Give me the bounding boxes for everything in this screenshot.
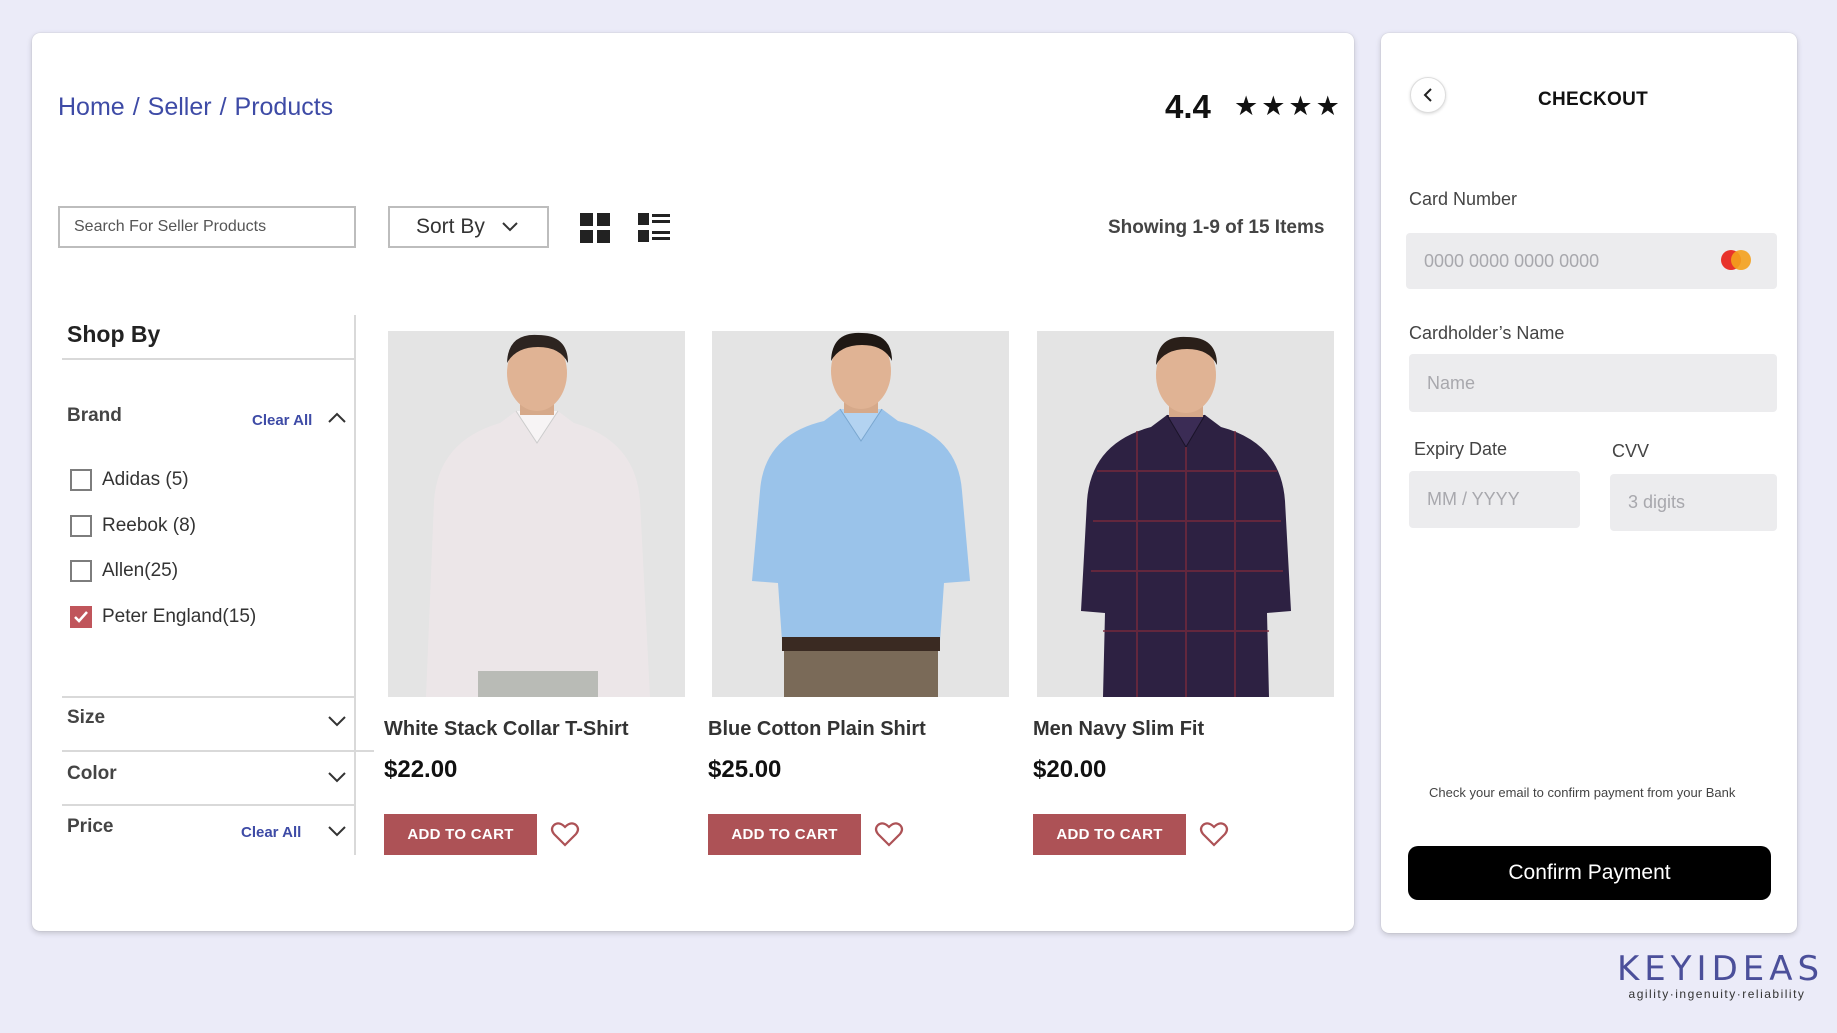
sort-label: Sort By: [416, 215, 485, 238]
brand-option-allen[interactable]: Allen(25): [70, 560, 178, 582]
cvv-input[interactable]: [1610, 474, 1777, 531]
divider: [62, 696, 354, 698]
heart-icon[interactable]: [874, 819, 904, 849]
keyideas-logo: KEYIDEAS agility·ingenuity·reliability: [1617, 949, 1825, 1001]
brand-option-label: Reebok (8): [102, 515, 196, 536]
sort-dropdown[interactable]: Sort By: [388, 206, 549, 248]
brand-option-peter-england[interactable]: Peter England(15): [70, 606, 256, 628]
product-price: $22.00: [384, 756, 458, 783]
add-to-cart-button[interactable]: ADD TO CART: [384, 814, 537, 855]
sidebar-title: Shop By: [67, 321, 161, 347]
checkbox[interactable]: [70, 560, 92, 582]
price-clear-all-link[interactable]: Clear All: [241, 824, 301, 841]
product-image[interactable]: [1037, 331, 1334, 697]
product-price: $25.00: [708, 756, 782, 783]
breadcrumb-home[interactable]: Home: [58, 93, 125, 122]
heart-icon[interactable]: [1199, 819, 1229, 849]
sidebar-divider: [354, 315, 356, 855]
checkout-title: CHECKOUT: [1538, 89, 1649, 110]
chevron-down-icon: [502, 222, 518, 232]
cardholder-name-field: [1409, 354, 1777, 412]
brand-clear-all-link[interactable]: Clear All: [252, 412, 312, 429]
breadcrumb-seller[interactable]: Seller: [148, 93, 212, 122]
search-input[interactable]: [60, 208, 354, 246]
expiry-date-field: [1409, 471, 1580, 528]
brand-option-reebok[interactable]: Reebok (8): [70, 515, 196, 537]
chevron-down-icon[interactable]: [327, 714, 347, 728]
product-card[interactable]: Blue Cotton Plain Shirt $25.00 ADD TO CA…: [708, 331, 1009, 855]
checkbox[interactable]: [70, 515, 92, 537]
checkbox-checked[interactable]: [70, 606, 92, 628]
card-number-label: Card Number: [1409, 189, 1518, 209]
product-photo-shirt: [388, 331, 685, 697]
product-name[interactable]: Men Navy Slim Fit: [1033, 718, 1204, 741]
breadcrumb-separator: /: [132, 93, 140, 121]
divider: [62, 804, 354, 806]
cardholder-name-label: Cardholder’s Name: [1409, 323, 1565, 343]
grid-view-icon[interactable]: [579, 212, 611, 244]
product-card[interactable]: White Stack Collar T-Shirt $22.00 ADD TO…: [384, 331, 685, 855]
card-number-field: [1406, 233, 1777, 289]
brand-filter-title[interactable]: Brand: [67, 405, 122, 427]
cvv-label: CVV: [1612, 441, 1650, 461]
product-card[interactable]: Men Navy Slim Fit $20.00 ADD TO CART: [1033, 331, 1334, 855]
back-button[interactable]: [1410, 77, 1446, 113]
chevron-down-icon[interactable]: [327, 770, 347, 784]
logo-wordmark: KEYIDEAS: [1617, 949, 1825, 989]
product-listing-panel: Home/Seller/Products 4.4 ★★★★ Sort By Sh…: [32, 33, 1354, 931]
breadcrumb-separator: /: [219, 93, 227, 121]
product-name[interactable]: Blue Cotton Plain Shirt: [708, 718, 926, 741]
results-count: Showing 1-9 of 15 Items: [1108, 217, 1325, 238]
product-image[interactable]: [712, 331, 1009, 697]
expiry-date-input[interactable]: [1409, 471, 1580, 528]
search-box: [58, 206, 356, 248]
confirm-payment-button[interactable]: Confirm Payment: [1408, 846, 1771, 900]
payment-note: Check your email to confirm payment from…: [1429, 785, 1736, 800]
add-to-cart-button[interactable]: ADD TO CART: [708, 814, 861, 855]
check-icon: [74, 611, 88, 623]
chevron-up-icon[interactable]: [327, 411, 347, 425]
rating-stars: ★★★★: [1234, 91, 1343, 121]
add-to-cart-button[interactable]: ADD TO CART: [1033, 814, 1186, 855]
cvv-field: [1610, 474, 1777, 531]
breadcrumb: Home / Seller / Products: [58, 93, 333, 122]
logo-tagline: agility·ingenuity·reliability: [1628, 987, 1806, 1001]
brand-option-label: Allen(25): [102, 560, 179, 581]
cardholder-name-input[interactable]: [1409, 354, 1777, 412]
product-photo-shirt: [1037, 331, 1334, 697]
product-price: $20.00: [1033, 756, 1107, 783]
size-filter-title[interactable]: Size: [67, 707, 105, 729]
chevron-down-icon[interactable]: [327, 824, 347, 838]
color-filter-title[interactable]: Color: [67, 763, 117, 785]
expiry-date-label: Expiry Date: [1414, 439, 1508, 459]
breadcrumb-products[interactable]: Products: [235, 93, 334, 122]
price-filter-title[interactable]: Price: [67, 816, 113, 838]
product-image[interactable]: [388, 331, 685, 697]
checkout-panel: CHECKOUT Card Number Cardholder’s Name E…: [1381, 33, 1797, 933]
heart-icon[interactable]: [550, 819, 580, 849]
mastercard-icon: [1721, 250, 1751, 270]
brand-option-label: Peter England(15): [102, 606, 257, 627]
product-photo-shirt: [712, 331, 1009, 697]
divider: [62, 750, 374, 752]
chevron-left-icon: [1423, 88, 1432, 102]
list-view-icon[interactable]: [637, 212, 671, 244]
rating-value: 4.4: [1165, 88, 1211, 125]
divider: [62, 358, 354, 360]
checkbox[interactable]: [70, 469, 92, 491]
brand-option-adidas[interactable]: Adidas (5): [70, 469, 189, 491]
product-name[interactable]: White Stack Collar T-Shirt: [384, 718, 628, 741]
brand-option-label: Adidas (5): [102, 469, 189, 490]
